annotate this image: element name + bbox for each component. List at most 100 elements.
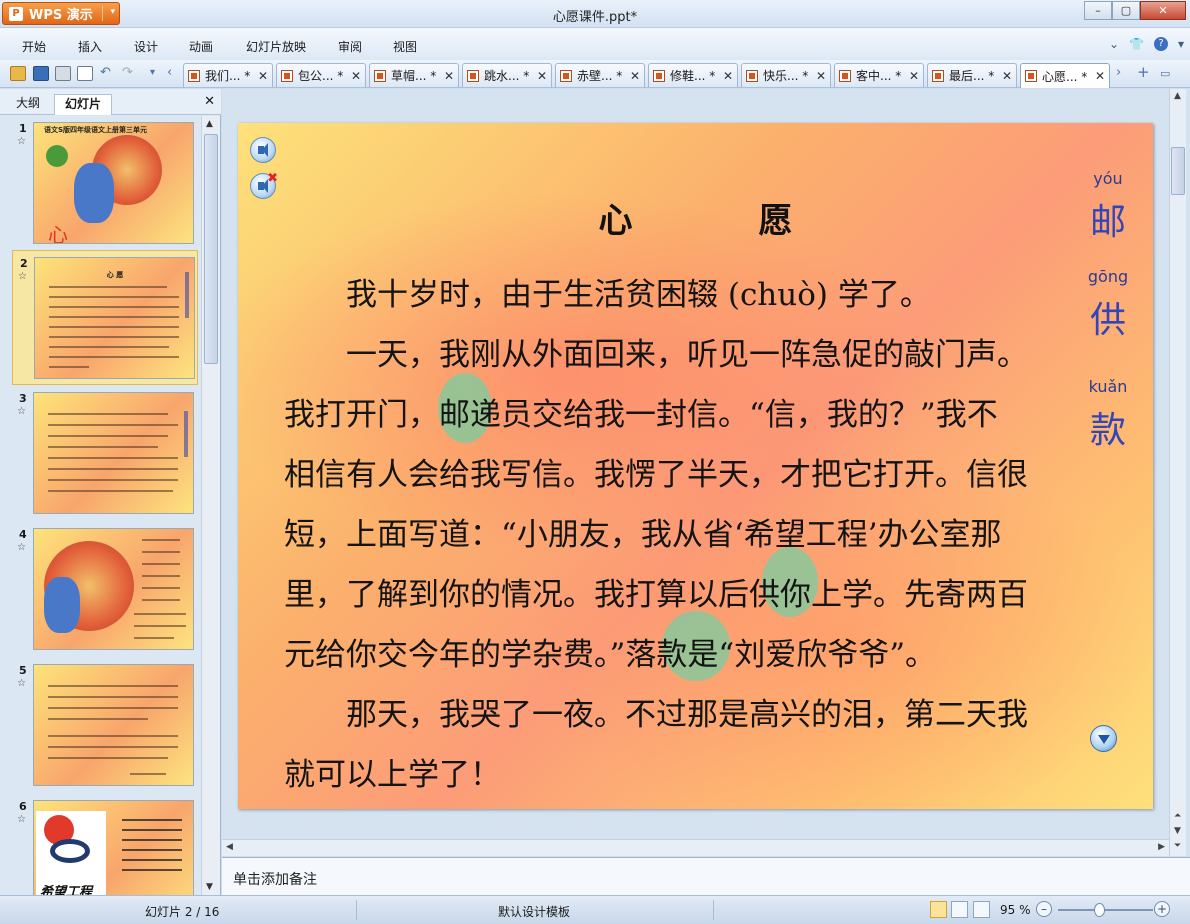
text-line [49,316,179,318]
editor-vertical-scrollbar[interactable]: ▲ ⏶ ▼ ⏷ [1169,89,1186,856]
vocab-pinyin-1[interactable]: yóu [1063,169,1153,188]
print-icon[interactable] [55,66,71,81]
tabs-scroll-left-icon[interactable]: ‹ [167,65,172,80]
scroll-right-icon[interactable]: ▶ [1158,842,1165,852]
close-tab-icon[interactable]: ✕ [257,69,269,83]
close-tab-icon[interactable]: ✕ [443,69,455,83]
paragraph-line-7[interactable]: 元给你交今年的学杂费。”落款是“刘爱欣爷爷”。 [284,625,1074,686]
close-tab-icon[interactable]: ✕ [815,69,827,83]
scroll-up-icon[interactable]: ▲ [206,119,213,129]
close-button[interactable]: ✕ [1140,1,1186,20]
scroll-down-icon[interactable]: ▼ [206,882,213,892]
paragraph-line-1[interactable]: 我十岁时，由于生活贫困辍 (chuò) 学了。 [284,265,1074,326]
paragraph-line-2[interactable]: 一天，我刚从外面回来，听见一阵急促的敲门声。 [284,325,1074,386]
vocab-char-2[interactable]: 供 [1063,291,1153,343]
print-preview-icon[interactable] [77,66,93,81]
vocab-pinyin-3[interactable]: kuǎn [1063,377,1153,396]
minimize-button[interactable]: – [1084,1,1112,20]
doc-tab-7[interactable]: 快乐... * ✕ [741,63,831,87]
slide-title[interactable]: 心 愿 [238,193,1153,242]
paragraph-line-8[interactable]: 那天，我哭了一夜。不过那是高兴的泪，第二天我 [284,685,1072,746]
doc-tab-2[interactable]: 包公... * ✕ [276,63,366,87]
editor-horizontal-scrollbar[interactable]: ◀ ▶ [222,839,1169,856]
doc-tab-6[interactable]: 修鞋... * ✕ [648,63,738,87]
doc-tab-4[interactable]: 跳水... * ✕ [462,63,552,87]
status-separator [713,900,714,920]
paragraph-line-9[interactable]: 就可以上学了！ [284,745,1074,806]
tabs-scroll-right-icon[interactable]: › [1116,65,1121,80]
notes-pane[interactable]: 单击添加备注 [222,857,1190,895]
slide-thumbnail-1[interactable]: 1 ☆ 语文S版四年级语文上册第三单元 心 愿 [0,116,200,251]
close-tab-icon[interactable]: ✕ [350,69,362,83]
vocab-pinyin-2[interactable]: gōng [1063,267,1153,286]
close-panel-icon[interactable]: ✕ [204,94,215,109]
slideshow-view-icon[interactable] [973,901,990,918]
close-tab-icon[interactable]: ✕ [629,69,641,83]
new-tab-icon[interactable]: + [1137,63,1150,81]
zoom-slider-handle[interactable] [1094,903,1105,917]
menu-view[interactable]: 视图 [393,38,417,55]
prev-slide-icon[interactable]: ⏶ [1174,811,1181,821]
doc-tab-5[interactable]: 赤壁... * ✕ [555,63,645,87]
menu-animation[interactable]: 动画 [189,38,213,55]
scroll-down-icon[interactable]: ▼ [1174,826,1181,836]
zoom-in-icon[interactable]: + [1154,901,1170,917]
doc-tab-8[interactable]: 客中... * ✕ [834,63,924,87]
menu-insert[interactable]: 插入 [78,38,102,55]
save-icon[interactable] [33,66,49,81]
next-action-button[interactable] [1090,725,1117,752]
slide-thumbnail-4[interactable]: 4 ☆ [0,522,200,657]
scroll-up-icon[interactable]: ▲ [1174,91,1181,101]
paragraph-line-6[interactable]: 里，了解到你的情况。我打算以后供你上学。先寄两百 [284,565,1074,626]
scrollbar-thumb[interactable] [204,134,218,364]
slide-thumbnail-5[interactable]: 5 ☆ [0,658,200,793]
zoom-out-icon[interactable]: – [1036,901,1052,917]
vocab-char-3[interactable]: 款 [1063,401,1153,453]
undo-icon[interactable]: ↶ [100,65,111,80]
menu-design[interactable]: 设计 [134,38,158,55]
menu-slideshow[interactable]: 幻灯片放映 [246,38,306,55]
close-tab-icon[interactable]: ✕ [722,69,734,83]
close-tab-icon[interactable]: ✕ [908,69,920,83]
paragraph-line-3[interactable]: 我打开门，邮递员交给我一封信。“信，我的？”我不 [284,385,1074,446]
close-tab-icon[interactable]: ✕ [1094,69,1106,83]
next-slide-icon[interactable]: ⏷ [1174,841,1181,851]
tab-slides[interactable]: 幻灯片 [54,94,113,115]
restore-tabs-icon[interactable]: ▭ [1160,67,1170,80]
menu-home[interactable]: 开始 [22,38,46,55]
skin-shirt-icon[interactable]: 👕 [1129,37,1144,51]
open-folder-icon[interactable] [10,66,26,81]
help-dropdown-icon[interactable]: ▾ [1178,37,1184,51]
doc-tab-10-active[interactable]: 心愿... * ✕ [1020,63,1110,88]
sound-icon[interactable] [250,137,276,163]
vocab-char-1[interactable]: 邮 [1063,193,1153,245]
zoom-level[interactable]: 95 % [1000,903,1031,917]
current-slide[interactable]: ✖ 心 愿 我十岁时，由于生活贫困辍 (chuò) 学了。 一天，我刚从外面回来… [238,123,1153,809]
zoom-slider[interactable] [1058,909,1153,911]
slide-thumbnail-6[interactable]: 6 ☆ 希望工程 [0,794,200,895]
scrollbar-thumb[interactable] [1171,147,1185,195]
thumbnails-scrollbar[interactable]: ▲ ▼ [201,116,220,895]
paragraph-line-4[interactable]: 相信有人会给我写信。我愣了半天，才把它打开。信很 [284,445,1074,506]
close-tab-icon[interactable]: ✕ [536,69,548,83]
slide-thumbnail-3[interactable]: 3 ☆ [0,386,200,521]
paragraph-line-5[interactable]: 短，上面写道：“小朋友，我从省‘希望工程’办公室那 [284,505,1074,566]
normal-view-icon[interactable] [930,901,947,918]
doc-tab-1[interactable]: 我们... * ✕ [183,63,273,87]
notes-placeholder[interactable]: 单击添加备注 [233,869,317,889]
design-template-name[interactable]: 默认设计模板 [498,903,570,920]
close-tab-icon[interactable]: ✕ [1001,69,1013,83]
doc-tab-3[interactable]: 草帽... * ✕ [369,63,459,87]
slide-sorter-view-icon[interactable] [951,901,968,918]
help-icon[interactable]: ? [1153,37,1168,51]
maximize-button[interactable]: ▢ [1112,1,1140,20]
slide-thumbnail-2-selected[interactable]: 2 ☆ 心 愿 [12,250,198,385]
menu-review[interactable]: 审阅 [338,38,362,55]
scroll-left-icon[interactable]: ◀ [226,842,233,852]
tab-outline[interactable]: 大纲 [6,94,50,115]
collapse-ribbon-icon[interactable]: ⌄ [1109,37,1119,51]
redo-icon[interactable]: ↷ [122,65,133,80]
doc-tab-9[interactable]: 最后... * ✕ [927,63,1017,87]
customize-toolbar-icon[interactable]: ▾ [150,67,155,78]
text-line [49,366,89,368]
